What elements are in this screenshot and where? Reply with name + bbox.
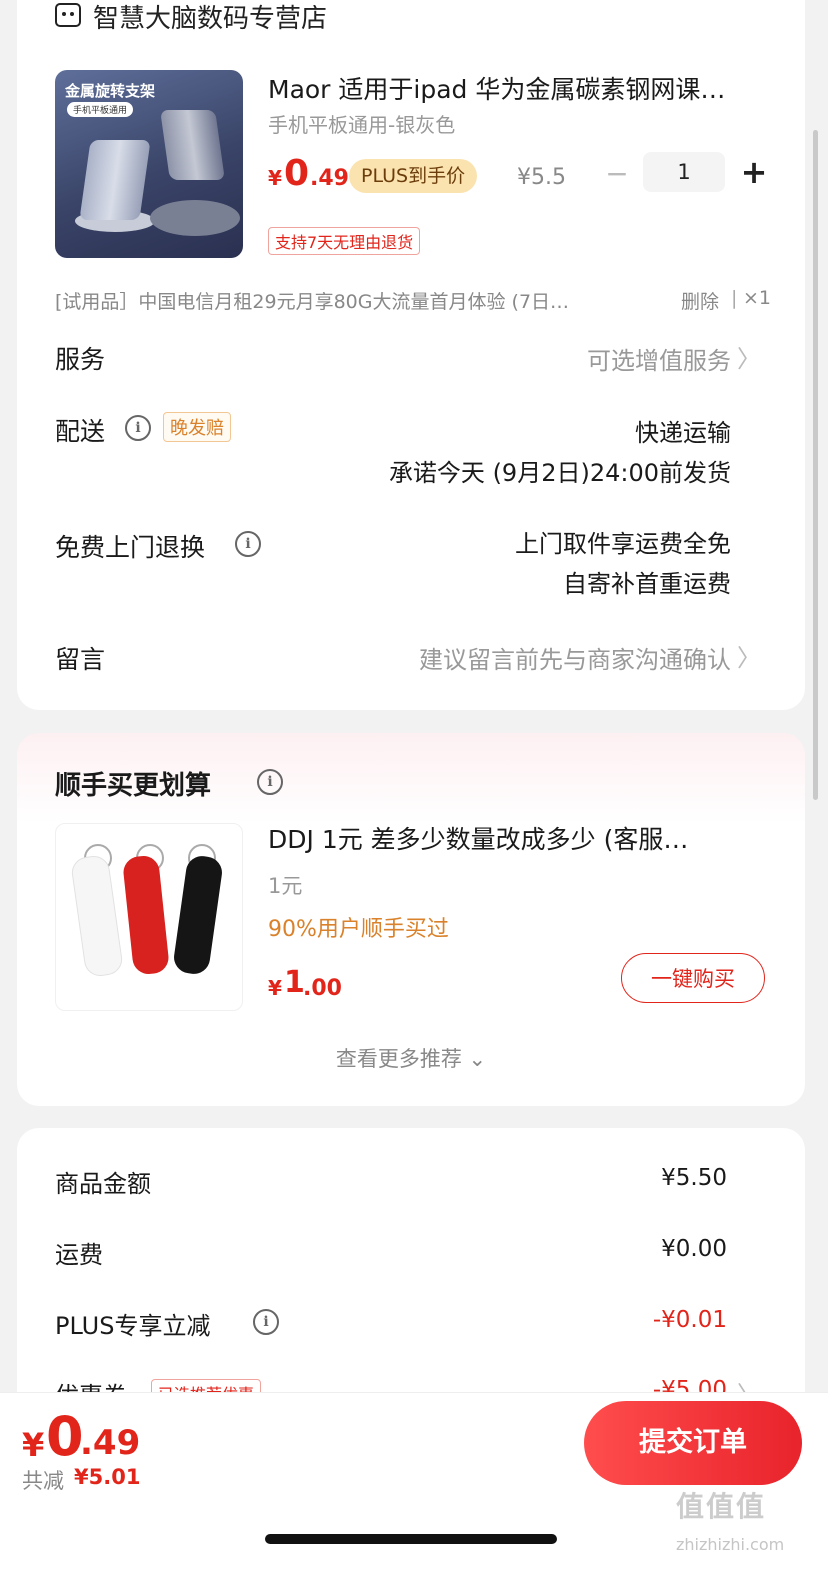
product-spec[interactable]: 手机平板通用-银灰色 [268,109,455,138]
quantity-decrease-button[interactable]: − [603,156,631,192]
info-icon[interactable]: i [253,1309,279,1335]
return-policy-tag: 支持7天无理由退货 [268,227,421,255]
info-icon[interactable]: i [235,531,261,557]
submit-order-button[interactable]: 提交订单 [584,1401,802,1485]
service-value[interactable]: 可选增值服务 [587,341,731,376]
price-decimal: .49 [310,166,349,191]
total-saved-label: 共减 [22,1469,64,1493]
trial-separator: | [731,287,738,309]
plus-discount-label: PLUS专享立减 [55,1312,211,1340]
recommend-price-currency: ¥ [268,976,282,1000]
recommend-buyers-text: 90%用户顺手买过 [268,917,449,942]
sim-pin-red-shape [121,854,171,976]
stand-shape [79,140,151,220]
sim-pin-white-shape [69,853,125,979]
total-currency: ¥ [22,1426,45,1464]
delivery-method: 快递运输 [635,419,731,447]
shipping-label: 运费 [55,1241,103,1269]
stand-shape [160,110,225,180]
trial-delete-button[interactable]: 删除 [681,287,719,314]
plus-price-badge: PLUS到手价 [349,159,478,193]
service-label: 服务 [55,345,106,374]
image-title: 金属旋转支架 [65,82,156,100]
recommend-title: 顺手买更划算 [55,771,212,801]
price-currency: ¥ [268,166,282,190]
product-image[interactable]: 金属旋转支架 手机平板通用 [55,70,243,258]
order-item-card: 智慧大脑数码专营店 金属旋转支架 手机平板通用 Maor 适用于ipad 华为金… [17,0,805,710]
quantity-input[interactable]: 1 [643,152,725,192]
total-saved-value[interactable]: ¥5.01 [74,1465,140,1489]
recommend-image[interactable] [55,823,243,1011]
delivery-label: 配送 [55,417,106,446]
total-integer: 0 [46,1405,84,1468]
product-title[interactable]: Maor 适用于ipad 华为金属碳素钢网课… [268,70,768,106]
return-label: 免费上门退换 [55,533,206,562]
image-tag: 手机平板通用 [67,102,134,117]
price-integer: 0 [284,153,310,194]
stand-base-shape [150,200,240,236]
recommend-product-spec: 1元 [268,874,303,898]
quantity-increase-button[interactable]: + [739,154,769,190]
goods-amount-value: ¥5.50 [661,1165,727,1191]
plus-discount-value: -¥0.01 [652,1307,727,1333]
goods-amount-label: 商品金额 [55,1170,151,1198]
chevron-right-icon[interactable]: 〉 [737,339,761,374]
return-value-1: 上门取件享运费全免 [515,530,731,558]
total-decimal: .49 [80,1423,141,1463]
info-icon[interactable]: i [125,415,151,441]
late-compensation-tag: 晚发赔 [163,412,231,442]
store-icon [55,3,81,27]
shipping-value: ¥0.00 [661,1236,727,1262]
one-click-buy-button[interactable]: 一键购买 [621,953,765,1003]
recommend-price-integer: 1 [284,965,305,1000]
sim-pin-black-shape [171,854,225,976]
store-name[interactable]: 智慧大脑数码专营店 [93,0,327,35]
message-input[interactable]: 建议留言前先与商家沟通确认 [419,640,731,675]
delivery-promise: 承诺今天 (9月2日)24:00前发货 [388,459,731,487]
recommend-product-title[interactable]: DDJ 1元 差多少数量改成多少 (客服… [268,820,768,856]
trial-item-text: [试用品］中国电信月租29元月享80G大流量首月体验 (7日… [55,291,570,313]
scrollbar[interactable] [813,130,818,800]
home-indicator[interactable] [265,1534,557,1544]
bottom-action-bar: ¥ 0 .49 共减 ¥5.01 提交订单 值值值 zhizhizhi.com [0,1392,828,1581]
more-recommend-link[interactable]: 查看更多推荐 ⌄ [17,1043,805,1073]
message-label: 留言 [55,645,106,674]
recommend-card: 顺手买更划算 i DDJ 1元 差多少数量改成多少 (客服… 1元 90%用户顺… [17,733,805,1106]
info-icon[interactable]: i [257,769,283,795]
trial-quantity: ×1 [743,287,772,309]
return-value-2: 自寄补首重运费 [563,570,731,598]
original-price: ¥5.5 [517,165,566,190]
watermark-logo: 值值值 [676,1490,767,1523]
recommend-price-decimal: .00 [303,976,342,1001]
chevron-right-icon[interactable]: 〉 [737,638,761,673]
watermark-url: zhizhizhi.com [676,1535,785,1554]
price-summary-card: 商品金额 ¥5.50 运费 ¥0.00 PLUS专享立减 i -¥0.01 优惠… [17,1128,805,1428]
